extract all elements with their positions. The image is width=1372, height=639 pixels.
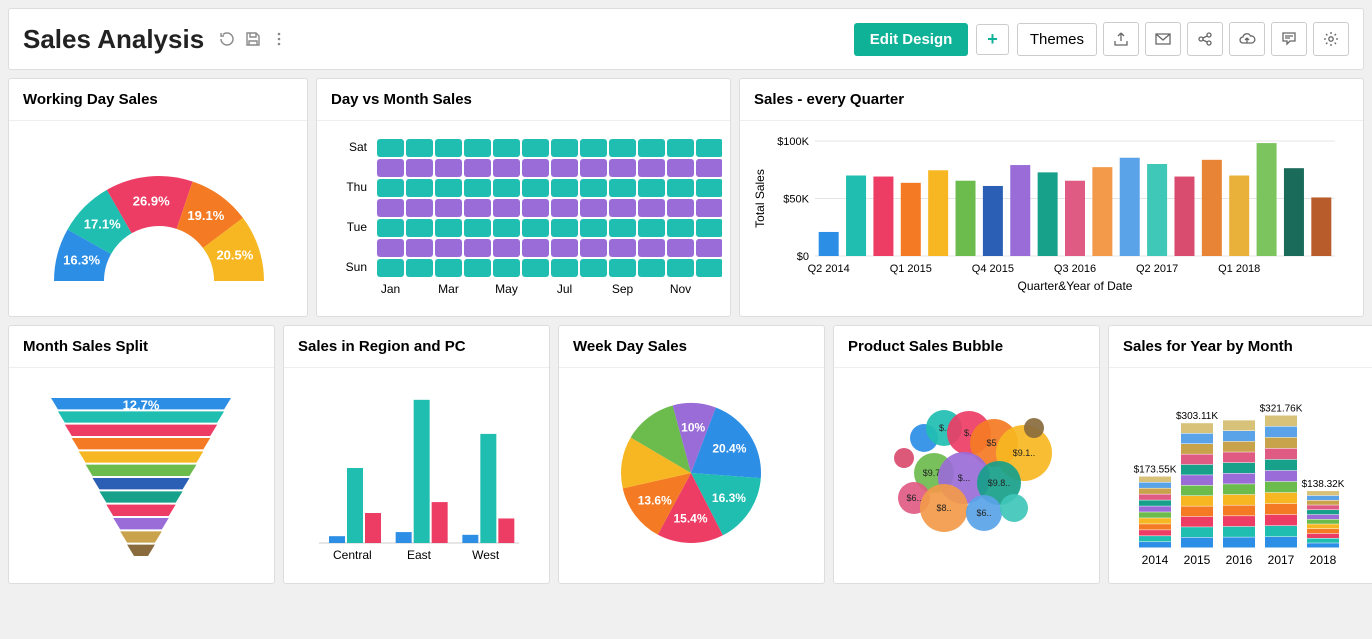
more-icon[interactable] [270, 30, 288, 48]
title-icon-group [218, 30, 288, 48]
svg-text:$173.55K: $173.55K [1134, 465, 1177, 476]
svg-text:13.6%: 13.6% [638, 494, 672, 508]
svg-text:Q3 2016: Q3 2016 [1054, 263, 1096, 275]
card-title: Sales - every Quarter [740, 79, 1363, 121]
svg-text:Total Sales: Total Sales [753, 169, 767, 228]
svg-text:16.3%: 16.3% [63, 253, 100, 268]
card-title: Working Day Sales [9, 79, 307, 121]
card-title: Week Day Sales [559, 326, 824, 368]
svg-text:2016: 2016 [1226, 553, 1253, 567]
page-title: Sales Analysis [23, 24, 204, 55]
card-week-day: Week Day Sales 20.4% 16.3% 15.4%13.6% 10% [558, 325, 825, 584]
heatmap-chart: Sat Thu Tue Sun Jan Mar May Jul Sep Nov [317, 121, 730, 316]
svg-text:19.1%: 19.1% [187, 208, 224, 223]
stacked-bar-chart: 2014 $173.55K 2015 $303.11K 2016 2017 $321.76K… [1109, 368, 1372, 583]
svg-text:$9.1..: $9.1.. [1013, 448, 1036, 458]
quarter-bar-chart: $0 $50K $100K Q2 2014 Q1 2015 Q4 2015 Q3 2016 Q… [740, 121, 1363, 316]
card-day-month: Day vs Month Sales Sat Thu Tue Sun Jan Mar May… [316, 78, 731, 317]
svg-text:Sun: Sun [346, 260, 367, 274]
pie-chart: 20.4% 16.3% 15.4%13.6% 10% [559, 368, 824, 583]
row-2: Month Sales Split 12.7% Sales in Region … [8, 325, 1364, 584]
svg-text:26.9%: 26.9% [133, 193, 170, 208]
svg-text:$100K: $100K [777, 136, 809, 148]
edit-design-button[interactable]: Edit Design [854, 23, 969, 56]
svg-text:2018: 2018 [1310, 553, 1337, 567]
funnel-chart: 12.7% [9, 368, 274, 583]
export-icon[interactable] [1103, 22, 1139, 56]
svg-text:Q1 2015: Q1 2015 [890, 263, 932, 275]
svg-text:15.4%: 15.4% [674, 511, 708, 525]
add-button[interactable]: + [976, 24, 1009, 55]
svg-text:Q4 2015: Q4 2015 [972, 263, 1014, 275]
card-working-day: Working Day Sales 16.3% 17.1% 26.9% 19.1% 20… [8, 78, 308, 317]
svg-text:East: East [407, 548, 432, 562]
card-title: Month Sales Split [9, 326, 274, 368]
svg-text:Sep: Sep [612, 282, 634, 296]
card-title: Product Sales Bubble [834, 326, 1099, 368]
gear-icon[interactable] [1313, 22, 1349, 56]
card-title: Sales for Year by Month [1109, 326, 1372, 368]
gauge-chart: 16.3% 17.1% 26.9% 19.1% 20.5% [9, 121, 307, 316]
svg-text:$9.8..: $9.8.. [988, 478, 1011, 488]
svg-text:2017: 2017 [1268, 553, 1295, 567]
svg-text:Jan: Jan [381, 282, 400, 296]
region-bar-chart: Central East West [284, 368, 549, 583]
svg-text:Central: Central [333, 548, 372, 562]
svg-text:Jul: Jul [557, 282, 572, 296]
svg-text:Sat: Sat [349, 140, 368, 154]
svg-text:Q2 2017: Q2 2017 [1136, 263, 1178, 275]
svg-text:$...: $... [958, 473, 971, 483]
card-title: Day vs Month Sales [317, 79, 730, 121]
themes-button[interactable]: Themes [1017, 23, 1097, 56]
refresh-icon[interactable] [218, 30, 236, 48]
svg-text:$138.32K: $138.32K [1302, 479, 1345, 490]
svg-text:$6..: $6.. [906, 493, 921, 503]
save-icon[interactable] [244, 30, 262, 48]
svg-text:$8..: $8.. [936, 503, 951, 513]
bubble-chart: $..$..$5..$9.1..$9.7..$...$9.8..$6..$8..… [834, 368, 1099, 583]
svg-text:Tue: Tue [347, 220, 368, 234]
svg-text:May: May [495, 282, 518, 296]
svg-text:$0: $0 [797, 251, 809, 263]
card-year-month: Sales for Year by Month 2014 $173.55K 2015… [1108, 325, 1372, 584]
svg-text:Thu: Thu [346, 180, 367, 194]
svg-text:2014: 2014 [1142, 553, 1169, 567]
card-region-pc: Sales in Region and PC Central East West [283, 325, 550, 584]
svg-text:17.1%: 17.1% [84, 217, 121, 232]
comment-icon[interactable] [1271, 22, 1307, 56]
svg-text:16.3%: 16.3% [712, 491, 746, 505]
svg-text:$321.76K: $321.76K [1260, 404, 1303, 415]
svg-text:Quarter&Year of Date: Quarter&Year of Date [1018, 279, 1133, 293]
card-bubble: Product Sales Bubble $..$..$5..$9.1..$9.… [833, 325, 1100, 584]
svg-text:West: West [472, 548, 500, 562]
svg-text:2015: 2015 [1184, 553, 1211, 567]
svg-text:Q2 2014: Q2 2014 [808, 263, 850, 275]
svg-text:Nov: Nov [670, 282, 691, 296]
svg-text:Q1 2018: Q1 2018 [1218, 263, 1260, 275]
svg-text:$6..: $6.. [976, 508, 991, 518]
svg-text:20.4%: 20.4% [712, 442, 746, 456]
svg-text:$303.11K: $303.11K [1176, 411, 1218, 422]
svg-text:20.5%: 20.5% [216, 248, 253, 263]
row-1: Working Day Sales 16.3% 17.1% 26.9% 19.1% 20… [8, 78, 1364, 317]
card-month-split: Month Sales Split 12.7% [8, 325, 275, 584]
cloud-icon[interactable] [1229, 22, 1265, 56]
mail-icon[interactable] [1145, 22, 1181, 56]
svg-text:Mar: Mar [438, 282, 459, 296]
share-icon[interactable] [1187, 22, 1223, 56]
svg-text:10%: 10% [681, 421, 705, 435]
card-title: Sales in Region and PC [284, 326, 549, 368]
svg-text:$50K: $50K [783, 194, 809, 206]
svg-text:12.7%: 12.7% [123, 397, 160, 412]
card-quarter: Sales - every Quarter $0 $50K $100K Q2 2014… [739, 78, 1364, 317]
top-bar: Sales Analysis Edit Design + Themes [8, 8, 1364, 70]
